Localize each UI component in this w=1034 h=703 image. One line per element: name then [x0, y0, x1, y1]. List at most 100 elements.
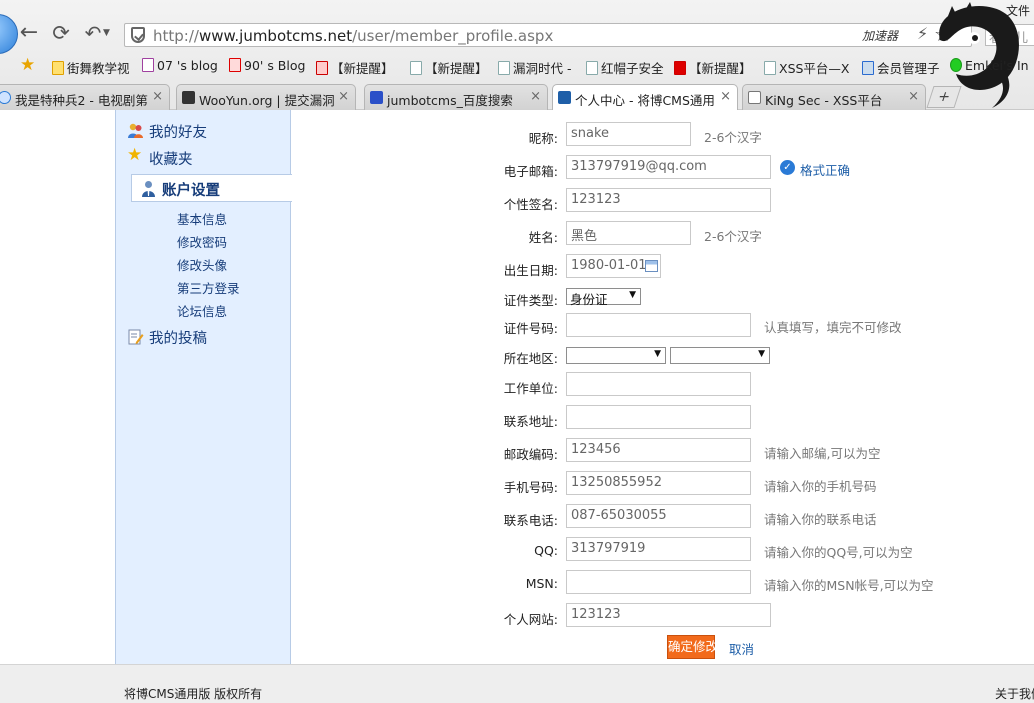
sub-item-third-party-login[interactable]: 第三方登录 [177, 278, 240, 297]
tab-item[interactable]: jumbotcms_百度搜索 × [364, 84, 548, 110]
bookmark-item[interactable]: 会员管理子 [862, 58, 940, 77]
sidebar: 我的好友 ★ 收藏夹 账户设置 基本信息 修改密码 修改头像 第三方登录 论坛信… [115, 110, 292, 664]
address-url[interactable]: http://www.jumbotcms.net/user/member_pro… [153, 27, 553, 45]
accelerator-button[interactable]: 加速器 [862, 27, 898, 44]
id-number-input[interactable] [566, 313, 751, 337]
sidebar-item-friends[interactable]: 我的好友 [128, 121, 207, 142]
email-status: 格式正确 [800, 163, 851, 178]
tab-favicon-icon [0, 91, 11, 104]
address-bar[interactable]: http://www.jumbotcms.net/user/member_pro… [124, 23, 972, 47]
close-icon[interactable]: × [720, 89, 731, 104]
sub-item-change-avatar[interactable]: 修改头像 [177, 255, 227, 274]
province-select[interactable]: ▼ [566, 347, 666, 364]
user-settings-icon [142, 181, 155, 197]
realname-input[interactable]: 黑色 [566, 221, 691, 245]
phone-input[interactable]: 087-65030055 [566, 504, 751, 528]
footer-copyright: 将博CMS通用版 版权所有 [124, 687, 263, 701]
msn-input[interactable] [566, 570, 751, 594]
reload-icon[interactable]: ⟳ [48, 20, 74, 46]
bookmark-favicon-icon [229, 58, 241, 72]
submit-button[interactable]: 确定修改 [667, 635, 718, 659]
chevron-down-icon[interactable]: ▼ [103, 28, 110, 38]
bookmark-item[interactable]: 【新提醒】 [316, 58, 394, 77]
tab-strip: 我是特种兵2 - 电视剧第 × WooYun.org | 提交漏洞 × jumbot… [0, 84, 1034, 110]
edit-document-icon [128, 329, 144, 345]
bookmark-favicon-icon [410, 61, 422, 75]
menu-file[interactable]: 文件 [1006, 2, 1030, 19]
nickname-input[interactable]: snake [566, 122, 691, 146]
sub-item-change-password[interactable]: 修改密码 [177, 232, 227, 251]
company-input[interactable] [566, 372, 751, 396]
bookmark-item[interactable]: Emkei's In [950, 58, 1029, 73]
bookmark-favicon-icon [862, 61, 874, 75]
id-number-label: 证件号码: [503, 321, 558, 336]
browser-chrome: ← ⟳ ↶ ▼ http://www.jumbotcms.net/user/me… [0, 0, 1034, 110]
close-icon[interactable]: × [908, 89, 919, 104]
id-type-select[interactable]: 身份证 ▼ [566, 288, 641, 307]
sidebar-item-submissions[interactable]: 我的投稿 [128, 327, 207, 348]
calendar-icon[interactable] [645, 260, 658, 272]
bookmark-item[interactable]: 【新提醒】 [410, 58, 488, 77]
close-icon[interactable]: × [338, 89, 349, 104]
id-number-hint: 认真填写，填完不可修改 [764, 320, 902, 335]
security-shield-icon[interactable] [131, 27, 145, 43]
company-label: 工作单位: [503, 381, 558, 396]
signature-input[interactable]: 123123 [566, 188, 771, 212]
close-icon[interactable]: × [152, 89, 163, 104]
bookmark-item[interactable]: 红帽子安全 [586, 58, 664, 77]
bookmarks-bar: 街舞教学视 07 's blog 90' s Blog 【新提醒】 【新提醒】 … [0, 54, 1034, 78]
zipcode-input[interactable]: 123456 [566, 438, 751, 462]
nickname-hint: 2-6个汉字 [704, 130, 762, 145]
tab-favicon-icon [182, 91, 195, 104]
sub-item-basic-info[interactable]: 基本信息 [177, 209, 227, 228]
qq-input[interactable]: 313797919 [566, 537, 751, 561]
cancel-link[interactable]: 取消 [729, 639, 754, 658]
tab-item[interactable]: 我是特种兵2 - 电视剧第 × [0, 84, 170, 110]
mobile-input[interactable]: 13250855952 [566, 471, 751, 495]
bookmark-favicon-icon [142, 58, 154, 72]
footer-about-link[interactable]: 关于我们 [995, 685, 1034, 702]
tab-item[interactable]: KiNg Sec - XSS平台 × [742, 84, 926, 110]
sub-item-forum-info[interactable]: 论坛信息 [177, 301, 227, 320]
signature-label: 个性签名: [503, 197, 558, 212]
msn-label: MSN: [525, 576, 558, 591]
bookmark-item[interactable]: 漏洞时代 - [498, 58, 571, 77]
mobile-label: 手机号码: [503, 480, 558, 495]
email-input[interactable]: 313797919@qq.com [566, 155, 771, 179]
address-label: 联系地址: [503, 414, 558, 429]
zipcode-label: 邮政编码: [503, 447, 558, 462]
bookmark-item[interactable]: 街舞教学视 [52, 58, 130, 77]
url-path: /user/member_profile.aspx [352, 27, 554, 45]
check-circle-icon: ✓ [780, 160, 795, 175]
chevron-down-icon: ▼ [629, 290, 636, 300]
bookmark-item[interactable]: 07 's blog [142, 58, 218, 73]
region-label: 所在地区: [503, 351, 558, 366]
realname-label: 姓名: [528, 230, 558, 245]
tab-item[interactable]: WooYun.org | 提交漏洞 × [176, 84, 356, 110]
mobile-hint: 请输入你的手机号码 [764, 479, 877, 494]
sidebar-item-favorites[interactable]: ★ 收藏夹 [127, 147, 193, 169]
bookmark-favicon-icon [498, 61, 510, 75]
address-input[interactable] [566, 405, 751, 429]
city-select[interactable]: ▼ [670, 347, 770, 364]
website-label: 个人网站: [503, 612, 558, 627]
page-content: 我的好友 ★ 收藏夹 账户设置 基本信息 修改密码 修改头像 第三方登录 论坛信… [0, 110, 1034, 703]
bookmark-favicon-icon [52, 61, 64, 75]
tab-favicon-icon [558, 91, 571, 104]
website-input[interactable]: 123123 [566, 603, 771, 627]
url-prefix: http:// [153, 27, 199, 45]
phone-label: 联系电话: [503, 513, 558, 528]
bookmark-item[interactable]: XSS平台—X [764, 58, 850, 77]
close-icon[interactable]: × [530, 89, 541, 104]
zipcode-hint: 请输入邮编,可以为空 [764, 446, 881, 461]
bookmark-favicon-icon [316, 61, 328, 75]
birthday-input[interactable]: 1980-01-01 [566, 254, 661, 278]
qq-label: QQ: [534, 543, 558, 558]
sidebar-item-account-settings[interactable]: 账户设置 [131, 174, 292, 202]
tab-item-active[interactable]: 个人中心 - 将博CMS通用 × [552, 84, 738, 110]
id-type-label: 证件类型: [503, 293, 558, 308]
back-arrow-icon[interactable]: ← [16, 20, 42, 46]
bookmark-item[interactable]: 【新提醒】 [674, 58, 752, 77]
bookmark-item[interactable]: 90' s Blog [229, 58, 305, 73]
bookmark-favicon-icon [674, 61, 686, 75]
